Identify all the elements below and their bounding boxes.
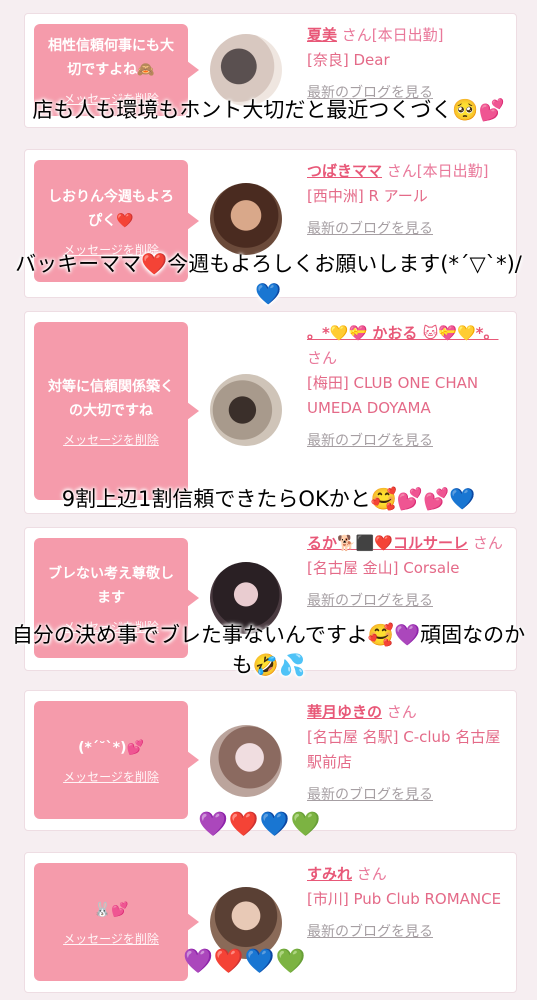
avatar[interactable] — [210, 183, 282, 255]
friend-info: つばきママ さん[本日出勤] [西中洲] R アール 最新のブログを見る — [307, 159, 512, 242]
friend-status: さん — [307, 349, 338, 367]
message-text: 相性信頼何事にも大切ですよね🙈 — [48, 37, 174, 78]
message-bubble: 対等に信頼関係築くの大切ですね メッセージを削除 — [34, 322, 199, 500]
friend-status: さん — [386, 703, 417, 721]
message-text: 対等に信頼関係築くの大切ですね — [48, 378, 174, 419]
shop-info: [名古屋 名駅] C-club 名古屋駅前店 — [307, 728, 501, 771]
shop-info: [奈良] Dear — [307, 51, 390, 69]
blog-link[interactable]: 最新のブログを見る — [307, 217, 433, 242]
friend-info: 夏美 さん[本日出勤] [奈良] Dear 最新のブログを見る — [307, 23, 512, 106]
message-bubble: 🐰💕 メッセージを削除 — [34, 863, 199, 981]
message-text: 🐰💕 — [93, 901, 129, 918]
heart-emoji-row: 💜❤️💙💚 — [198, 810, 322, 838]
message-text: しおりん今週もよろぴく❤️ — [48, 188, 174, 229]
friend-name-link[interactable]: つばきママ — [307, 162, 382, 180]
friend-name-link[interactable]: るか🐕⬛❤️コルサーレ — [307, 534, 468, 552]
friend-name-link[interactable]: すみれ — [307, 865, 352, 883]
message-bubble: (*´˘`*)💕 メッセージを削除 — [34, 701, 199, 819]
blog-link[interactable]: 最新のブログを見る — [307, 429, 433, 454]
friend-name-link[interactable]: 夏美 — [307, 26, 337, 44]
caption-overlay: 自分の決め事でブレた事ないんですよ🥰💜頑固なのかも🤣💦 — [11, 623, 526, 677]
blog-link[interactable]: 最新のブログを見る — [307, 920, 433, 945]
friend-status: さん — [472, 534, 503, 552]
message-text: (*´˘`*)💕 — [78, 739, 144, 756]
shop-info: [梅田] CLUB ONE CHAN UMEDA DOYAMA — [307, 374, 479, 417]
shop-info: [西中洲] R アール — [307, 187, 428, 205]
heart-emoji-row: 💜❤️💙💚 — [183, 947, 307, 975]
delete-message-link[interactable]: メッセージを削除 — [63, 930, 159, 947]
shop-info: [市川] Pub Club ROMANCE — [307, 890, 502, 908]
shop-info: [名古屋 金山] Corsale — [307, 559, 460, 577]
delete-message-link[interactable]: メッセージを削除 — [63, 431, 159, 448]
friend-info: 。*💛💝 かおる 🐱💝💛*。 さん [梅田] CLUB ONE CHAN UME… — [307, 321, 512, 454]
friend-info: 華月ゆきの さん [名古屋 名駅] C-club 名古屋駅前店 最新のブログを見… — [307, 700, 512, 808]
friend-name-link[interactable]: 華月ゆきの — [307, 703, 382, 721]
friend-status: さん[本日出勤] — [341, 26, 444, 44]
caption-overlay: 店も人も環境もホント大切だと最近つくづく🥺💕 — [32, 98, 505, 122]
friend-name-link[interactable]: 。*💛💝 かおる 🐱💝💛*。 — [307, 324, 498, 342]
blog-link[interactable]: 最新のブログを見る — [307, 783, 433, 808]
blog-link[interactable]: 最新のブログを見る — [307, 589, 433, 614]
friend-status: さん — [356, 865, 387, 883]
message-text: ブレない考え尊敬します — [48, 565, 174, 606]
friend-info: すみれ さん [市川] Pub Club ROMANCE 最新のブログを見る — [307, 862, 512, 945]
friend-status: さん[本日出勤] — [386, 162, 489, 180]
friend-info: るか🐕⬛❤️コルサーレ さん [名古屋 金山] Corsale 最新のブログを見… — [307, 531, 512, 614]
avatar[interactable] — [210, 374, 282, 446]
caption-overlay: バッキーママ❤️今週もよろしくお願いします(*´▽`*)/💙 — [15, 252, 522, 306]
avatar[interactable] — [210, 725, 282, 797]
delete-message-link[interactable]: メッセージを削除 — [63, 768, 159, 785]
caption-overlay: 9割上辺1割信頼できたらOKかと🥰💕💕💙 — [61, 487, 476, 511]
